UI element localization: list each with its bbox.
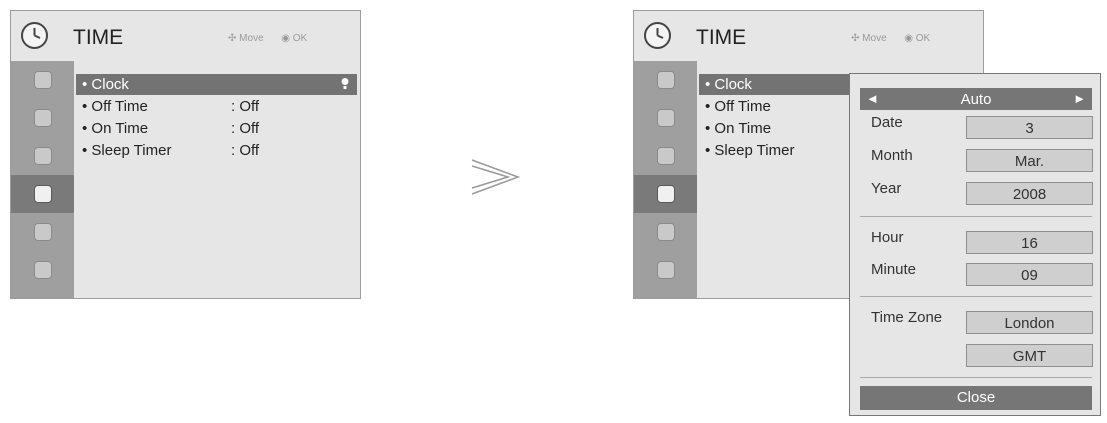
ok-icon: ◉ bbox=[281, 33, 290, 44]
menu-item-label: Sleep Timer bbox=[714, 142, 795, 159]
nav-hint: ✣ Move ◉ OK bbox=[228, 33, 307, 44]
category-sidebar bbox=[11, 61, 74, 298]
menu-item-sleep-timer[interactable]: • Sleep Timer bbox=[699, 140, 859, 161]
input-icon bbox=[33, 261, 52, 279]
tab-lock[interactable] bbox=[634, 213, 697, 251]
menu-item-on-time[interactable]: • On Time bbox=[699, 118, 859, 139]
move-icon: ✣ bbox=[228, 33, 237, 44]
minute-label: Minute bbox=[871, 261, 917, 278]
move-hint: Move bbox=[862, 33, 887, 44]
menu-item-off-time[interactable]: • Off Time : Off bbox=[76, 96, 357, 117]
clock-mode-selector[interactable]: ◄ Auto ► bbox=[860, 88, 1092, 110]
hour-label: Hour bbox=[871, 229, 904, 246]
time-zone-offset-field[interactable]: GMT bbox=[966, 344, 1093, 367]
menu-item-label: • Clock bbox=[82, 76, 129, 93]
select-indicator-icon bbox=[341, 78, 349, 89]
clock-icon bbox=[21, 22, 48, 49]
menu-header: TIME ✣ Move ◉ OK bbox=[634, 11, 983, 61]
menu-item-label: Off Time bbox=[714, 98, 771, 115]
close-button[interactable]: Close bbox=[860, 386, 1092, 410]
menu-item-on-time[interactable]: • On Time : Off bbox=[76, 118, 357, 139]
tab-input[interactable] bbox=[11, 251, 74, 289]
minute-field[interactable]: 09 bbox=[966, 263, 1093, 286]
divider bbox=[860, 216, 1092, 217]
menu-item-label: Clock bbox=[714, 76, 752, 93]
audio-icon bbox=[33, 147, 52, 165]
menu-item-label: On Time bbox=[714, 120, 772, 137]
audio-icon bbox=[656, 147, 675, 165]
menu-item-value: : Off bbox=[231, 142, 260, 159]
time-menu-panel: TIME ✣ Move ◉ OK • Clock • Off Time : Of… bbox=[10, 10, 361, 299]
divider bbox=[860, 377, 1092, 378]
move-hint: Move bbox=[239, 33, 264, 44]
tab-setup[interactable] bbox=[11, 61, 74, 99]
setup-icon bbox=[656, 71, 675, 89]
tab-picture[interactable] bbox=[634, 99, 697, 137]
month-label: Month bbox=[871, 147, 913, 164]
menu-item-label: Sleep Timer bbox=[91, 142, 172, 159]
tab-picture[interactable] bbox=[11, 99, 74, 137]
menu-item-off-time[interactable]: • Off Time bbox=[699, 96, 859, 117]
hour-field[interactable]: 16 bbox=[966, 231, 1093, 254]
tab-input[interactable] bbox=[634, 251, 697, 289]
picture-icon bbox=[33, 109, 52, 127]
menu-item-label: Off Time bbox=[91, 98, 148, 115]
menu-item-value: : Off bbox=[231, 120, 260, 137]
time-icon bbox=[33, 185, 52, 203]
clock-icon bbox=[644, 22, 671, 49]
menu-item-sleep-timer[interactable]: • Sleep Timer : Off bbox=[76, 140, 357, 161]
time-icon bbox=[656, 185, 675, 203]
nav-hint: ✣ Move ◉ OK bbox=[851, 33, 930, 44]
tab-audio[interactable] bbox=[11, 137, 74, 175]
menu-item-value: : Off bbox=[231, 98, 260, 115]
tab-setup[interactable] bbox=[634, 61, 697, 99]
menu-list: • Clock • Off Time : Off • On Time : Off… bbox=[74, 61, 360, 298]
tab-time[interactable] bbox=[11, 175, 74, 213]
lock-icon bbox=[33, 223, 52, 241]
menu-title: TIME bbox=[696, 26, 747, 49]
ok-hint: OK bbox=[292, 33, 308, 44]
tab-lock[interactable] bbox=[11, 213, 74, 251]
ok-hint: OK bbox=[915, 33, 931, 44]
menu-title: TIME bbox=[73, 26, 124, 49]
divider bbox=[860, 296, 1092, 297]
year-field[interactable]: 2008 bbox=[966, 182, 1093, 205]
menu-item-clock[interactable]: • Clock bbox=[699, 74, 859, 95]
next-step-arrow-icon bbox=[471, 159, 521, 195]
menu-header: TIME ✣ Move ◉ OK bbox=[11, 11, 360, 61]
picture-icon bbox=[656, 109, 675, 127]
menu-item-label: On Time bbox=[91, 120, 149, 137]
category-sidebar bbox=[634, 61, 697, 298]
lock-icon bbox=[656, 223, 675, 241]
clock-settings-popup: ◄ Auto ► Date 3 Month Mar. Year 2008 Hou… bbox=[849, 73, 1101, 416]
date-label: Date bbox=[871, 114, 903, 131]
clock-mode-value: Auto bbox=[960, 91, 992, 108]
time-zone-field[interactable]: London bbox=[966, 311, 1093, 334]
date-field[interactable]: 3 bbox=[966, 116, 1093, 139]
year-label: Year bbox=[871, 180, 902, 197]
arrow-right-icon[interactable]: ► bbox=[1073, 91, 1086, 106]
ok-icon: ◉ bbox=[904, 33, 913, 44]
move-icon: ✣ bbox=[851, 33, 860, 44]
tab-time[interactable] bbox=[634, 175, 697, 213]
month-field[interactable]: Mar. bbox=[966, 149, 1093, 172]
input-icon bbox=[656, 261, 675, 279]
time-zone-label: Time Zone bbox=[871, 309, 943, 326]
setup-icon bbox=[33, 71, 52, 89]
menu-item-clock[interactable]: • Clock bbox=[76, 74, 357, 95]
tab-audio[interactable] bbox=[634, 137, 697, 175]
